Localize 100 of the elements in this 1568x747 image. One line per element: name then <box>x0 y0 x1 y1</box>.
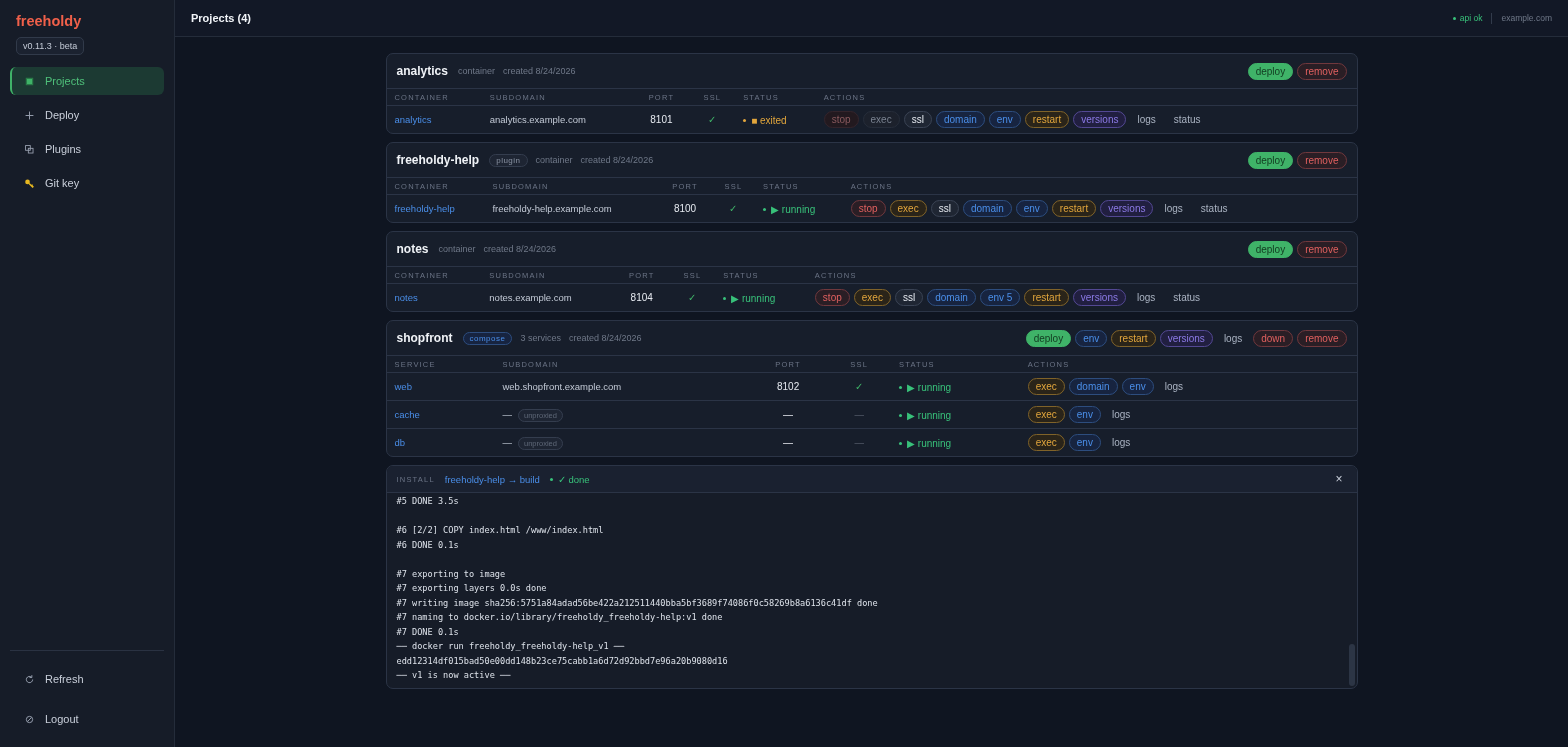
status-text: ▶ running <box>771 204 816 215</box>
action-button[interactable]: remove <box>1297 329 1347 347</box>
ssl-mark: ✓ <box>708 114 717 125</box>
project-name: shopfront <box>396 331 453 345</box>
subdomain-text: analytics.example.com <box>489 114 586 125</box>
action-button[interactable]: env <box>1068 406 1101 423</box>
project-kind: container <box>457 66 495 76</box>
action-button[interactable]: deploy <box>1247 62 1294 80</box>
port-text: 8104 <box>630 292 653 303</box>
action-button[interactable]: exec <box>1027 378 1065 395</box>
scrollbar[interactable] <box>1348 644 1355 686</box>
action-button[interactable]: stop <box>814 289 850 306</box>
subdomain-text: freeholdy-help.example.com <box>492 203 612 214</box>
build-target: freeholdy-help → build <box>444 473 540 485</box>
created-date: created 8/24/2026 <box>580 155 654 165</box>
action-button[interactable]: remove <box>1297 151 1347 169</box>
project-kind: container <box>535 155 573 165</box>
container-link[interactable]: freeholdy-help <box>394 203 455 214</box>
action-link[interactable]: logs <box>1157 378 1191 395</box>
project-name: analytics <box>396 64 448 78</box>
action-button[interactable]: down <box>1253 329 1294 347</box>
action-button[interactable]: domain <box>927 289 976 306</box>
status-dot <box>1452 16 1456 20</box>
log-line: #7 naming to docker.io/library/freeholdy_freeholdy-help:v1 done <box>396 611 724 624</box>
action-button[interactable]: restart <box>1024 289 1069 306</box>
container-link[interactable]: notes <box>394 292 418 303</box>
container-link[interactable]: cache <box>394 409 420 420</box>
project-type-badge: compose <box>462 331 513 345</box>
nav-item[interactable]: Git key <box>10 169 164 197</box>
subdomain-text: notes.example.com <box>489 292 572 303</box>
created-date: created 8/24/2026 <box>569 333 642 343</box>
nav-item[interactable]: Projects <box>10 67 164 95</box>
action-button[interactable]: deploy <box>1247 240 1294 258</box>
action-link[interactable]: logs <box>1104 434 1138 451</box>
action-button[interactable]: remove <box>1297 240 1347 258</box>
log-line: #5 DONE 3.5s <box>396 495 460 508</box>
status-dot <box>899 442 903 445</box>
ssl-mark: ✓ <box>729 203 738 214</box>
ssl-mark: — <box>854 409 864 420</box>
action-button[interactable]: deploy <box>1025 329 1072 347</box>
logout-button[interactable]: Logout <box>10 705 164 733</box>
action-button[interactable]: versions <box>1159 329 1213 347</box>
action-button[interactable]: restart <box>1111 329 1156 347</box>
port-text: — <box>783 437 794 448</box>
container-link[interactable]: web <box>394 381 412 392</box>
project-type-badge: plugin <box>489 153 528 167</box>
action-button[interactable]: exec <box>889 200 927 217</box>
action-link[interactable]: logs <box>1130 289 1163 306</box>
action-link[interactable]: logs <box>1130 111 1163 128</box>
status-dot <box>763 208 767 211</box>
action-link[interactable]: logs <box>1104 406 1138 423</box>
nav-item[interactable]: Plugins <box>10 135 164 163</box>
api-status: api ok <box>1459 13 1483 23</box>
action-button[interactable]: stop <box>850 200 886 217</box>
square-icon <box>24 75 35 87</box>
action-button[interactable]: env <box>1015 200 1048 217</box>
action-link[interactable]: status <box>1166 289 1208 306</box>
action-button[interactable]: exec <box>1027 434 1065 451</box>
action-button[interactable]: ssl <box>894 289 924 306</box>
port-text: — <box>783 409 794 420</box>
action-button[interactable]: env <box>988 111 1021 128</box>
action-button[interactable]: exec <box>853 289 891 306</box>
action-button[interactable]: deploy <box>1247 151 1294 169</box>
ssl-mark: ✓ <box>688 292 697 303</box>
action-button[interactable]: domain <box>1068 378 1118 395</box>
ssl-mark: ✓ <box>855 381 864 392</box>
action-button[interactable]: ssl <box>930 200 959 217</box>
action-button[interactable]: domain <box>935 111 985 128</box>
nav-item[interactable]: Deploy <box>10 101 164 129</box>
action-button[interactable]: exec <box>1027 406 1065 423</box>
status-dot <box>899 414 903 417</box>
created-date: created 8/24/2026 <box>483 244 557 254</box>
project-kind: container <box>438 244 476 254</box>
action-button[interactable]: restart <box>1024 111 1070 128</box>
action-button[interactable]: env <box>1068 434 1101 451</box>
action-link[interactable]: logs <box>1157 200 1190 217</box>
container-link[interactable]: db <box>394 437 406 448</box>
status-text: ▶ running <box>731 293 776 304</box>
action-button[interactable]: versions <box>1100 200 1154 217</box>
action-link[interactable]: status <box>1166 111 1208 128</box>
action-button[interactable]: remove <box>1297 62 1347 80</box>
action-button[interactable]: env 5 <box>979 289 1021 306</box>
log-line: #7 DONE 0.1s <box>396 625 460 639</box>
action-button[interactable]: env <box>1075 329 1108 347</box>
refresh-button[interactable]: Refresh <box>10 665 164 693</box>
log-line: #6 DONE 0.1s <box>396 538 460 552</box>
action-button[interactable]: versions <box>1072 289 1126 306</box>
port-text: 8100 <box>673 203 697 214</box>
close-button[interactable]: × <box>1331 472 1347 486</box>
action-button[interactable]: restart <box>1051 200 1097 217</box>
container-link[interactable]: analytics <box>394 114 432 125</box>
action-button[interactable]: ssl <box>903 111 932 128</box>
action-link[interactable]: status <box>1193 200 1235 217</box>
action-button[interactable]: env <box>1121 378 1154 395</box>
action-button[interactable]: versions <box>1073 111 1127 128</box>
log-line: #7 exporting to image <box>396 567 507 581</box>
action-link[interactable]: logs <box>1216 329 1250 347</box>
status-dot <box>743 119 747 122</box>
port-text: 8102 <box>776 381 800 392</box>
action-button[interactable]: domain <box>962 200 1012 217</box>
